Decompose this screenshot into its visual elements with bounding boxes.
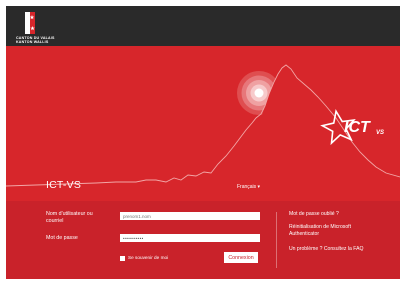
brand-text: ICT xyxy=(344,119,371,136)
language-selector[interactable]: Français ▾ xyxy=(237,184,260,190)
password-input[interactable] xyxy=(120,234,260,242)
login-page: CANTON DU VALAIS KANTON WALLIS ICT VS IC… xyxy=(6,6,400,279)
brand-suffix: VS xyxy=(376,130,384,136)
reset-authenticator-link[interactable]: Réinitialisation de Microsoft Authentica… xyxy=(289,224,373,238)
mountain-illustration: ICT VS xyxy=(6,64,400,201)
password-label: Mot de passe xyxy=(46,235,78,241)
logo-text-line2: KANTON WALLIS xyxy=(16,40,49,44)
hero-banner: ICT VS xyxy=(6,46,400,201)
username-label: Nom d'utilisateur ou courriel xyxy=(46,211,93,224)
login-button[interactable]: Connexion xyxy=(224,252,258,263)
form-divider xyxy=(276,212,277,268)
remember-me-checkbox[interactable] xyxy=(120,256,125,261)
remember-me-label: Se souvenir de moi xyxy=(128,255,169,260)
faq-link[interactable]: Un problème ? Consultez la FAQ xyxy=(289,246,363,253)
username-input[interactable] xyxy=(120,212,260,220)
forgot-password-link[interactable]: Mot de passe oublié ? xyxy=(289,211,339,218)
top-bar: CANTON DU VALAIS KANTON WALLIS xyxy=(6,6,400,46)
site-title: ICT-VS xyxy=(46,179,82,191)
